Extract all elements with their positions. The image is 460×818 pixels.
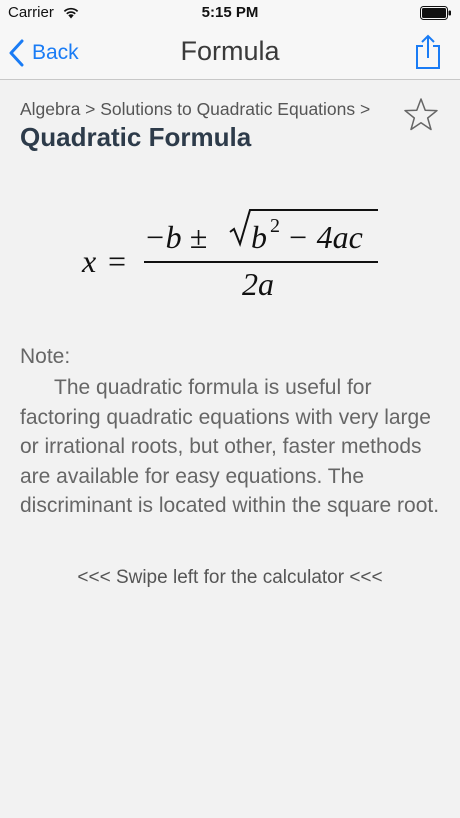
note-label: Note: <box>20 345 71 368</box>
breadcrumb[interactable]: Algebra > Solutions to Quadratic Equatio… <box>20 99 370 120</box>
formula-denominator: 2a <box>242 266 274 302</box>
status-time: 5:15 PM <box>201 4 259 21</box>
formula-lhs: x <box>81 243 96 279</box>
page-title: Quadratic Formula <box>20 122 252 152</box>
navigation-bar: Back Formula <box>0 26 460 80</box>
quadratic-formula: x = −b ± b 2 − 4ac 2a <box>81 209 378 302</box>
formula-radicand-b: b <box>251 219 267 255</box>
star-outline-icon[interactable] <box>402 96 440 134</box>
formula-numerator-prefix: −b ± <box>144 219 207 255</box>
note-body: The quadratic formula is useful for fact… <box>20 376 440 517</box>
swipe-hint: <<< Swipe left for the calculator <<< <box>77 567 383 588</box>
nav-title: Formula <box>180 36 280 66</box>
battery-icon <box>420 6 451 20</box>
formula-radicand-rest: − 4ac <box>287 219 363 255</box>
share-icon[interactable] <box>414 34 442 70</box>
status-bar: Carrier 5:15 PM <box>0 0 460 26</box>
formula-radicand-exponent: 2 <box>270 215 280 237</box>
formula-equals: = <box>108 243 126 279</box>
